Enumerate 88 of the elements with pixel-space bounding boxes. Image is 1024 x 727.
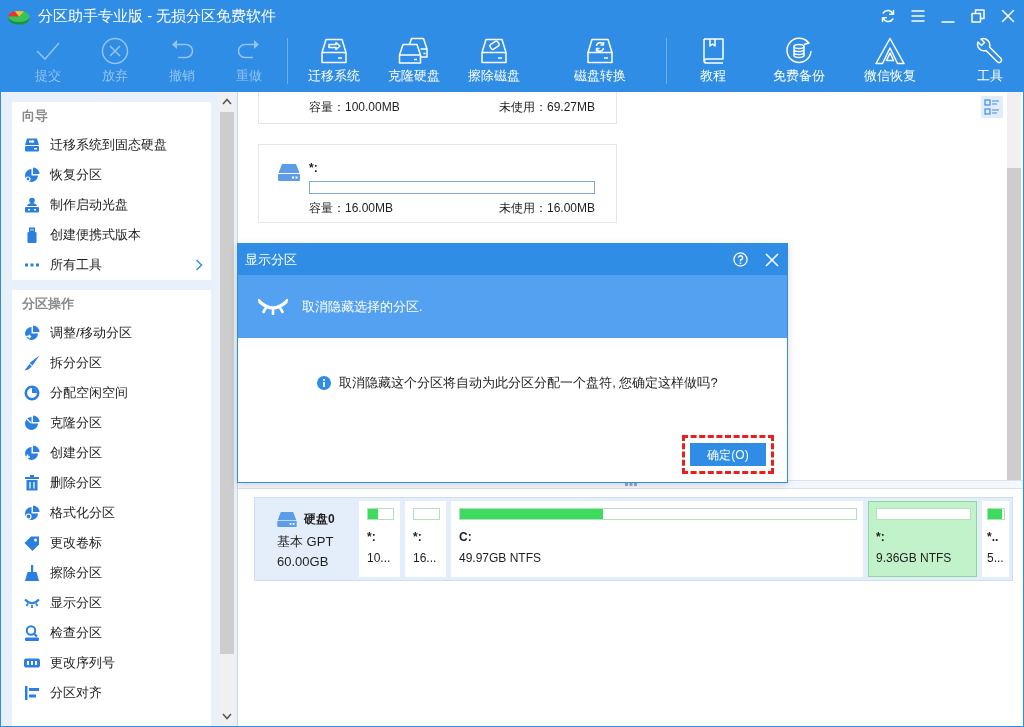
partition-label: *..: [987, 529, 999, 545]
partition-block[interactable]: *: 9.36GB NTFS: [868, 501, 977, 577]
chevron-up-icon[interactable]: [221, 98, 232, 105]
partition-label: *:: [876, 529, 885, 545]
database-icon: [783, 37, 815, 65]
sidebar-item[interactable]: 拆分分区: [12, 348, 211, 378]
disc-drive-icon: [24, 197, 40, 213]
partition-block[interactable]: *: 10...: [359, 501, 400, 577]
section-heading: 向导: [21, 107, 49, 125]
dialog-title: 显示分区: [245, 250, 297, 269]
sidebar-item[interactable]: 所有工具: [12, 250, 211, 280]
sidebar-item[interactable]: 创建便携式版本: [12, 220, 211, 250]
pie-chart-icon: [24, 505, 40, 521]
sidebar-item[interactable]: 格式化分区: [12, 498, 211, 528]
chevron-right-icon: [195, 259, 203, 271]
banner-text: 取消隐藏选择的分区.: [302, 297, 423, 316]
blade-icon: [24, 355, 40, 371]
drive-sync-icon: [584, 37, 616, 65]
sidebar-item[interactable]: 更改卷标: [12, 528, 211, 558]
partition-info: 5...: [987, 549, 1004, 566]
tag-icon: [24, 535, 40, 551]
partition-block[interactable]: C: 49.97GB NTFS: [451, 501, 863, 577]
partition-label: *:: [309, 160, 319, 177]
sidebar-item[interactable]: 制作启动光盘: [12, 190, 211, 220]
help-icon[interactable]: [733, 252, 748, 267]
partition-block[interactable]: *: 16...: [405, 501, 446, 577]
partition-label: *:: [413, 529, 422, 545]
pie-chart-icon: [24, 385, 40, 401]
dialog-message: 取消隐藏这个分区将自动为此分区分配一个盘符, 您确定这样做吗?: [339, 374, 718, 392]
partition-info: 10...: [367, 549, 391, 566]
info-icon: [317, 375, 332, 390]
drives-icon: [398, 37, 430, 65]
partition-info: 49.97GB NTFS: [459, 549, 542, 566]
chevron-down-icon[interactable]: [221, 713, 232, 720]
sidebar-item[interactable]: 删除分区: [12, 468, 211, 498]
drive-icon: [277, 511, 297, 527]
unused-text: 未使用：69.27MB: [498, 99, 595, 115]
sidebar-item[interactable]: 克隆分区: [12, 408, 211, 438]
scrollbar-thumb[interactable]: [1007, 168, 1021, 480]
magnifier-icon: [24, 625, 40, 641]
triangle-logo-icon: [874, 37, 906, 65]
window-title: 分区助手专业版 - 无损分区免费软件: [38, 5, 277, 26]
capacity-text: 容量：100.00MB: [309, 99, 400, 115]
refresh-icon[interactable]: [880, 8, 896, 24]
pie-chart-icon: [24, 167, 40, 183]
menu-icon[interactable]: [910, 8, 926, 24]
unused-text: 未使用：16.00MB: [498, 200, 595, 216]
grip-icon[interactable]: [624, 483, 637, 486]
sidebar-item[interactable]: 创建分区: [12, 438, 211, 468]
scrollbar-thumb[interactable]: [219, 112, 234, 654]
sidebar-item[interactable]: 分配空闲空间: [12, 378, 211, 408]
partition-label: C:: [459, 529, 472, 545]
sidebar-item[interactable]: 显示分区: [12, 588, 211, 618]
disk-name: 硬盘0: [304, 511, 335, 528]
sidebar-item[interactable]: 检查分区: [12, 618, 211, 648]
restore-icon[interactable]: [970, 8, 986, 24]
disk-type: 基本 GPT: [277, 533, 334, 551]
closed-eye-icon: [258, 298, 288, 315]
partition-block[interactable]: *.. 5...: [982, 501, 1009, 577]
partition-info: 9.36GB NTFS: [876, 549, 952, 566]
drive-arrow-icon: [318, 37, 350, 65]
close-icon[interactable]: [765, 252, 779, 267]
sidebar-item[interactable]: 迁移系统到固态硬盘: [12, 130, 211, 160]
close-icon[interactable]: [1000, 8, 1016, 24]
list-view-icon[interactable]: [981, 96, 1003, 118]
sidebar-item[interactable]: 分区对齐: [12, 678, 211, 708]
pie-plus-icon: [24, 445, 40, 461]
broom-icon: [24, 565, 40, 581]
partition-info: 16...: [413, 549, 437, 566]
align-left-icon: [24, 685, 40, 701]
sidebar-item[interactable]: 擦除分区: [12, 558, 211, 588]
sidebar-item[interactable]: 更改序列号: [12, 648, 211, 678]
drive-eraser-icon: [478, 37, 510, 65]
sidebar-item[interactable]: 恢复分区: [12, 160, 211, 190]
partition-card[interactable]: *: 容量：16.00MB 未使用：16.00MB: [258, 144, 617, 223]
pie-chart-icon: [24, 415, 40, 431]
drive-icon: [278, 164, 300, 181]
sidebar-item[interactable]: 调整/移动分区: [12, 318, 211, 348]
trash-icon: [24, 475, 40, 491]
partition-card[interactable]: 容量：100.00MB 未使用：69.27MB: [258, 92, 617, 124]
partition-label: *:: [367, 529, 376, 545]
pie-arrows-icon: [24, 325, 40, 341]
scrollbar[interactable]: [218, 92, 235, 726]
drive-icon: [24, 137, 40, 153]
section-heading: 分区操作: [21, 295, 75, 313]
disk-size: 60.00GB: [277, 552, 329, 571]
capacity-text: 容量：16.00MB: [309, 200, 394, 216]
scrollbar[interactable]: [1007, 92, 1021, 480]
